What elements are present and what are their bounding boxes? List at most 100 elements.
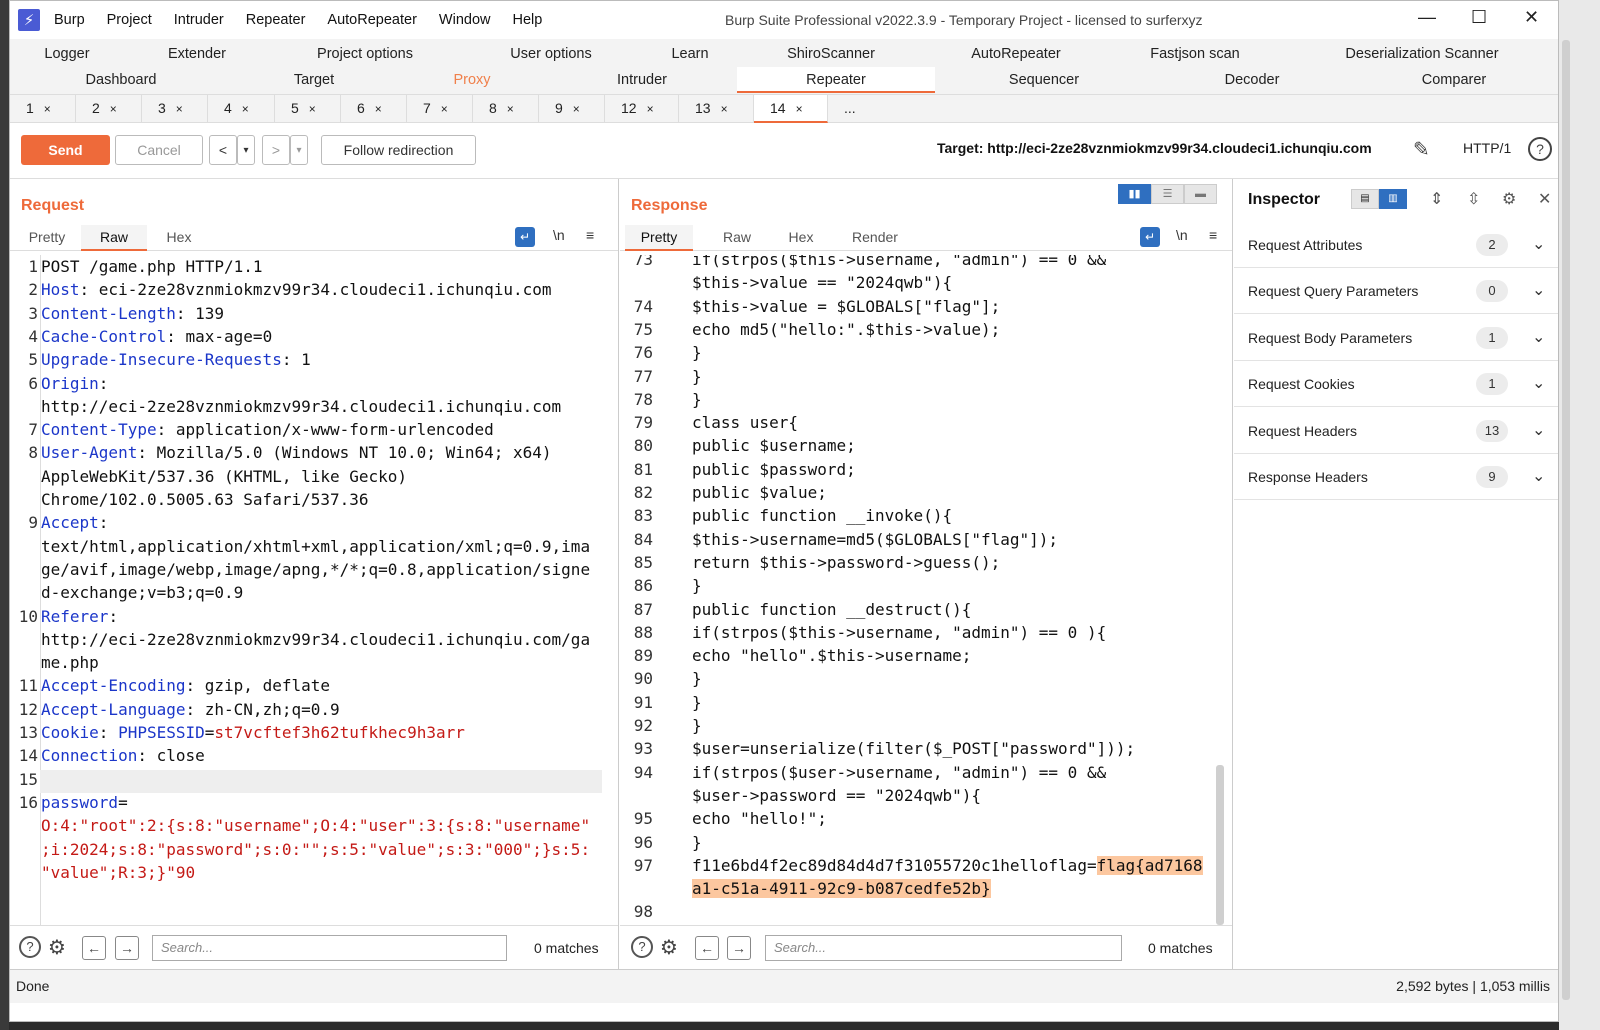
response-tab-hex[interactable]: Hex bbox=[776, 225, 826, 251]
expand-all-icon[interactable]: ⇕ bbox=[1430, 189, 1443, 209]
repeater-tab[interactable]: 2 × bbox=[76, 95, 142, 123]
layout-side-by-side-icon[interactable]: ▮▮ bbox=[1118, 184, 1151, 204]
request-tab-hex[interactable]: Hex bbox=[154, 225, 204, 251]
repeater-tab[interactable]: 6 × bbox=[341, 95, 407, 123]
chevron-down-icon[interactable]: ⌄ bbox=[1532, 327, 1545, 347]
response-scrollbar[interactable] bbox=[1216, 765, 1224, 925]
close-tab-icon[interactable]: × bbox=[110, 102, 117, 116]
next-match-button[interactable]: → bbox=[115, 936, 139, 960]
repeater-tab[interactable]: 7 × bbox=[407, 95, 473, 123]
word-wrap-icon[interactable]: ↵ bbox=[515, 227, 535, 247]
close-inspector-icon[interactable]: ✕ bbox=[1538, 189, 1551, 209]
tab-extender[interactable]: Extender bbox=[157, 41, 237, 67]
response-tab-raw[interactable]: Raw bbox=[710, 225, 764, 251]
previous-match-button[interactable]: ← bbox=[695, 936, 719, 960]
collapse-all-icon[interactable]: ⇳ bbox=[1467, 189, 1480, 209]
tab-dashboard[interactable]: Dashboard bbox=[76, 67, 166, 93]
send-button[interactable]: Send bbox=[21, 135, 110, 165]
close-tab-icon[interactable]: × bbox=[375, 102, 382, 116]
menu-project[interactable]: Project bbox=[107, 12, 152, 28]
help-icon[interactable]: ? bbox=[1528, 137, 1552, 161]
help-icon[interactable]: ? bbox=[19, 936, 41, 958]
menu-intruder[interactable]: Intruder bbox=[174, 12, 224, 28]
menu-window[interactable]: Window bbox=[439, 12, 491, 28]
inspector-section-request-headers[interactable]: Request Headers 13 ⌄ bbox=[1234, 408, 1558, 454]
follow-redirection-button[interactable]: Follow redirection bbox=[321, 135, 476, 165]
close-tab-icon[interactable]: × bbox=[796, 102, 803, 116]
repeater-tab[interactable]: 5 × bbox=[275, 95, 341, 123]
inspector-section-cookies[interactable]: Request Cookies 1 ⌄ bbox=[1234, 361, 1558, 407]
response-tab-render[interactable]: Render bbox=[840, 225, 910, 251]
tab-comparer[interactable]: Comparer bbox=[1410, 67, 1498, 93]
outer-scrollbar[interactable] bbox=[1562, 40, 1570, 1000]
close-tab-icon[interactable]: × bbox=[441, 102, 448, 116]
help-icon[interactable]: ? bbox=[631, 936, 653, 958]
close-icon[interactable]: ✕ bbox=[1524, 7, 1539, 28]
http-version-toggle[interactable]: HTTP/1 bbox=[1463, 140, 1511, 156]
tab-target[interactable]: Target bbox=[284, 67, 344, 93]
repeater-tab[interactable]: 8 × bbox=[473, 95, 539, 123]
newline-toggle[interactable]: \n bbox=[553, 227, 565, 243]
request-tab-pretty[interactable]: Pretty bbox=[20, 225, 74, 251]
tab-decoder[interactable]: Decoder bbox=[1214, 67, 1290, 93]
inspector-section-query-parameters[interactable]: Request Query Parameters 0 ⌄ bbox=[1234, 268, 1558, 314]
inspector-section-body-parameters[interactable]: Request Body Parameters 1 ⌄ bbox=[1234, 315, 1558, 361]
close-tab-icon[interactable]: × bbox=[573, 102, 580, 116]
menu-help[interactable]: Help bbox=[512, 12, 542, 28]
maximize-icon[interactable]: ☐ bbox=[1471, 7, 1487, 28]
repeater-tab[interactable]: 13 × bbox=[679, 95, 754, 123]
forward-button[interactable]: > bbox=[262, 135, 290, 165]
inspector-section-request-attributes[interactable]: Request Attributes 2 ⌄ bbox=[1234, 222, 1558, 268]
chevron-down-icon[interactable]: ⌄ bbox=[1532, 280, 1545, 300]
tab-proxy[interactable]: Proxy bbox=[444, 67, 500, 93]
tab-deserialization-scanner[interactable]: Deserialization Scanner bbox=[1332, 41, 1512, 67]
minimize-icon[interactable]: — bbox=[1418, 7, 1436, 28]
response-search-input[interactable]: Search... bbox=[765, 935, 1122, 961]
response-editor[interactable]: 73 if(strpos($this->username, "admin") ==… bbox=[620, 255, 1232, 925]
newline-toggle[interactable]: \n bbox=[1176, 227, 1188, 243]
close-tab-icon[interactable]: × bbox=[242, 102, 249, 116]
repeater-tab[interactable]: 3 × bbox=[142, 95, 208, 123]
repeater-tab[interactable]: 12 × bbox=[605, 95, 679, 123]
chevron-down-icon[interactable]: ⌄ bbox=[1532, 373, 1545, 393]
response-tab-pretty[interactable]: Pretty bbox=[625, 225, 693, 251]
menu-icon[interactable]: ≡ bbox=[586, 227, 594, 243]
chevron-down-icon[interactable]: ⌄ bbox=[1532, 234, 1545, 254]
tab-sequencer[interactable]: Sequencer bbox=[998, 67, 1090, 93]
tab-user-options[interactable]: User options bbox=[501, 41, 601, 67]
repeater-tab-active[interactable]: 14 × bbox=[754, 95, 828, 123]
tab-learn[interactable]: Learn bbox=[662, 41, 718, 67]
close-tab-icon[interactable]: × bbox=[647, 102, 654, 116]
inspector-layout-b-icon[interactable]: ▥ bbox=[1379, 189, 1407, 209]
chevron-down-icon[interactable]: ⌄ bbox=[1532, 466, 1545, 486]
close-tab-icon[interactable]: × bbox=[507, 102, 514, 116]
repeater-tab[interactable]: 9 × bbox=[539, 95, 605, 123]
back-history-dropdown[interactable]: ▾ bbox=[237, 135, 255, 165]
forward-history-dropdown[interactable]: ▾ bbox=[290, 135, 308, 165]
settings-gear-icon[interactable]: ⚙ bbox=[1502, 189, 1516, 209]
menu-repeater[interactable]: Repeater bbox=[246, 12, 306, 28]
menu-icon[interactable]: ≡ bbox=[1209, 227, 1217, 243]
close-tab-icon[interactable]: × bbox=[44, 102, 51, 116]
new-tab-button[interactable]: ... bbox=[828, 95, 878, 123]
inspector-section-response-headers[interactable]: Response Headers 9 ⌄ bbox=[1234, 454, 1558, 500]
word-wrap-icon[interactable]: ↵ bbox=[1140, 227, 1160, 247]
repeater-tab[interactable]: 1 × bbox=[10, 95, 76, 123]
tab-autorepeater[interactable]: AutoRepeater bbox=[960, 41, 1072, 67]
tab-project-options[interactable]: Project options bbox=[305, 41, 425, 67]
inspector-layout-a-icon[interactable]: ▤ bbox=[1351, 189, 1379, 209]
request-editor[interactable]: 1 POST /game.php HTTP/1.1 2 Host: eci-2ze28… bbox=[10, 255, 618, 925]
request-search-input[interactable]: Search... bbox=[152, 935, 507, 961]
settings-gear-icon[interactable]: ⚙ bbox=[48, 935, 66, 960]
edit-target-pencil-icon[interactable]: ✎ bbox=[1413, 137, 1430, 162]
back-button[interactable]: < bbox=[209, 135, 237, 165]
tab-intruder[interactable]: Intruder bbox=[606, 67, 678, 93]
tab-repeater[interactable]: Repeater bbox=[737, 67, 935, 93]
menu-autorepeater[interactable]: AutoRepeater bbox=[327, 12, 416, 28]
close-tab-icon[interactable]: × bbox=[721, 102, 728, 116]
tab-fastjson-scan[interactable]: Fastjson scan bbox=[1138, 41, 1252, 67]
previous-match-button[interactable]: ← bbox=[82, 936, 106, 960]
menu-burp[interactable]: Burp bbox=[54, 12, 85, 28]
next-match-button[interactable]: → bbox=[727, 936, 751, 960]
close-tab-icon[interactable]: × bbox=[309, 102, 316, 116]
